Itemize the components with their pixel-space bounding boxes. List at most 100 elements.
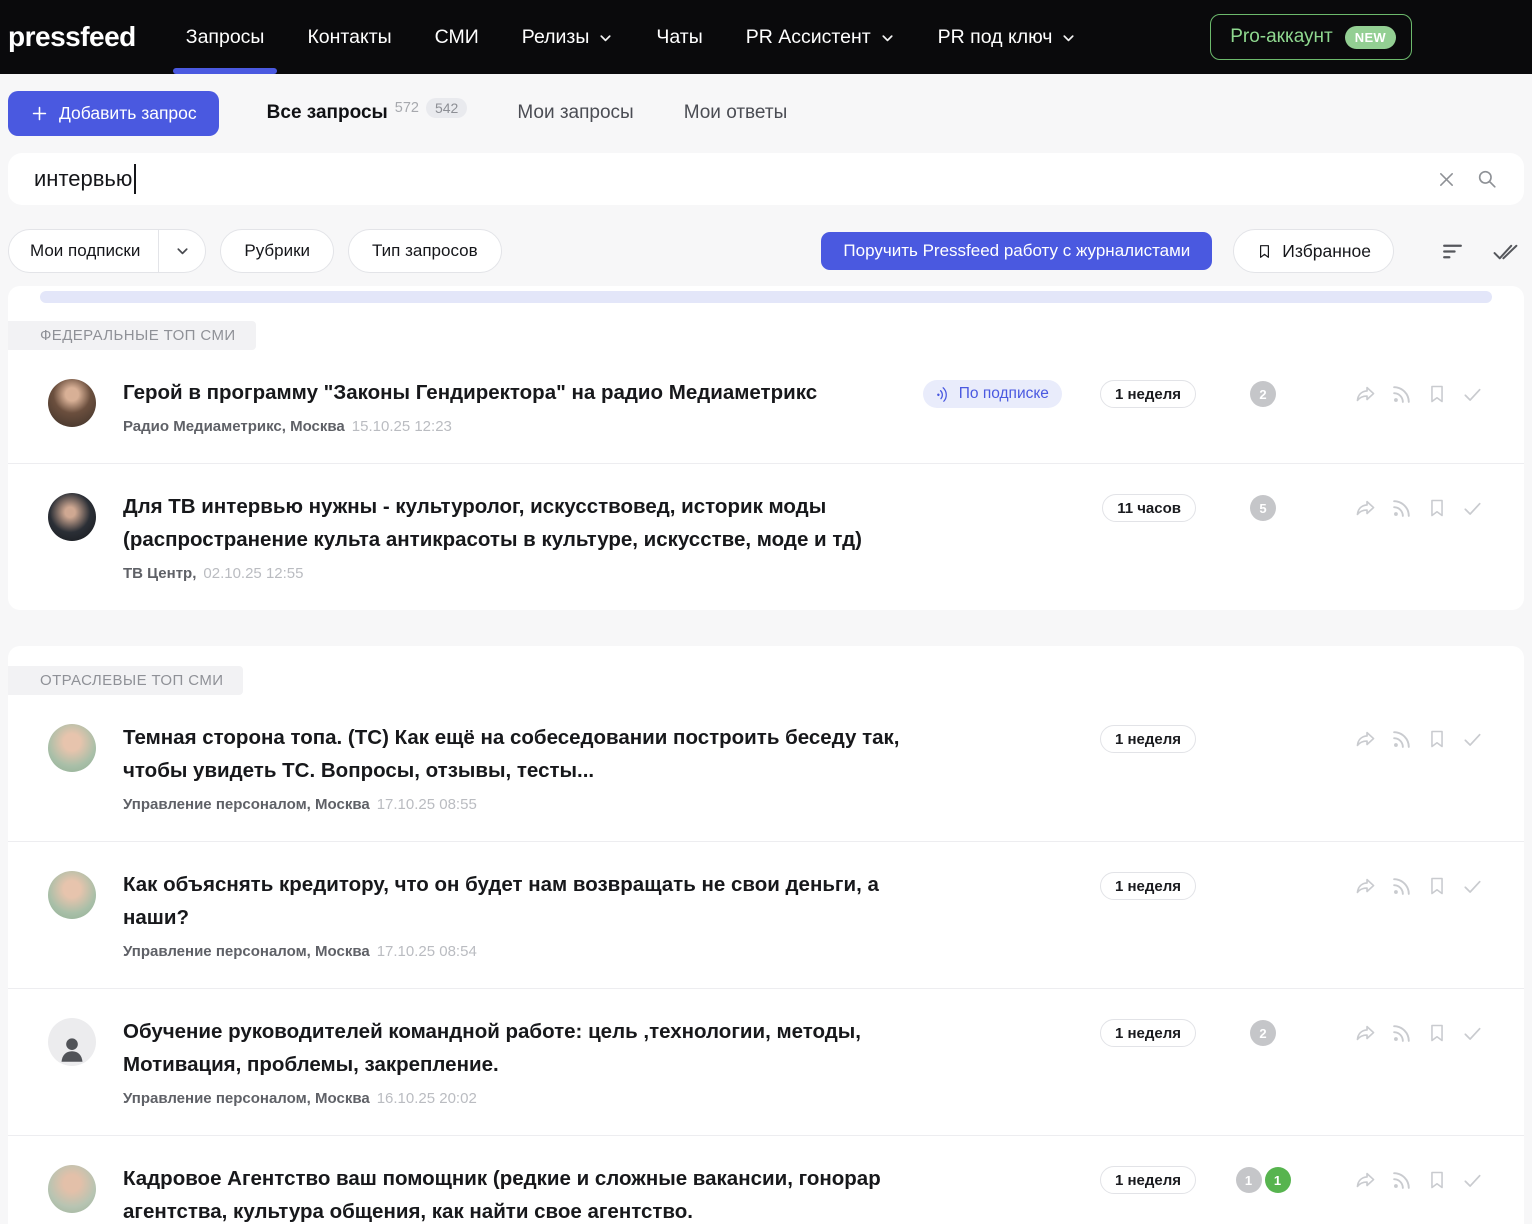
tab-my-requests[interactable]: Мои запросы: [517, 102, 633, 124]
subscription-highlight-bar: [40, 291, 1492, 303]
nav-item-chats[interactable]: Чаты: [656, 0, 702, 74]
top-navbar: pressfeed Запросы Контакты СМИ Релизы Ча…: [0, 0, 1532, 74]
deadline-pill: 1 неделя: [1100, 1166, 1196, 1194]
search-input[interactable]: интервью: [8, 153, 1524, 205]
request-source: Управление персоналом, Москва: [123, 796, 370, 813]
journalist-avatar-placeholder: [48, 1018, 96, 1066]
new-answers-count: 1: [1265, 1167, 1291, 1193]
nav-label: СМИ: [435, 26, 479, 49]
my-subscriptions-filter[interactable]: Мои подписки: [8, 229, 206, 273]
share-icon[interactable]: [1354, 1169, 1377, 1192]
requests-total-count: 572: [395, 100, 419, 116]
pressfeed-logo[interactable]: pressfeed: [8, 21, 136, 53]
bookmark-icon[interactable]: [1426, 728, 1448, 751]
deadline-pill: 11 часов: [1102, 494, 1196, 522]
request-item[interactable]: Кадровое Агентство ваш помощник (редкие …: [8, 1135, 1524, 1224]
nav-item-pr-assistant[interactable]: PR Ассистент: [746, 0, 895, 74]
share-icon[interactable]: [1354, 383, 1377, 406]
journalist-avatar: [48, 379, 96, 427]
nav-item-contacts[interactable]: Контакты: [307, 0, 391, 74]
section-title: ОТРАСЛЕВЫЕ ТОП СМИ: [8, 666, 243, 695]
section-industry-top-media: ОТРАСЛЕВЫЕ ТОП СМИ Темная сторона топа. …: [8, 646, 1524, 1224]
mark-read-icon[interactable]: [1461, 728, 1484, 751]
nav-item-media[interactable]: СМИ: [435, 0, 479, 74]
request-tabs: Все запросы 572 542 Мои запросы Мои отве…: [267, 102, 788, 124]
request-item[interactable]: Как объяснять кредитору, что он будет на…: [8, 841, 1524, 988]
request-item[interactable]: Темная сторона топа. (ТС) Как ещё на соб…: [8, 695, 1524, 841]
bookmark-icon[interactable]: [1426, 497, 1448, 520]
share-icon[interactable]: [1354, 1022, 1377, 1045]
rss-subscribe-icon[interactable]: [1390, 1169, 1413, 1192]
request-item[interactable]: Герой в программу "Законы Гендиректора" …: [8, 350, 1524, 463]
bookmark-icon[interactable]: [1426, 383, 1448, 406]
nav-item-requests[interactable]: Запросы: [186, 0, 265, 74]
request-type-filter[interactable]: Тип запросов: [348, 229, 502, 273]
share-icon[interactable]: [1354, 728, 1377, 751]
nav-label: Чаты: [656, 26, 702, 49]
tab-all-requests[interactable]: Все запросы 572 542: [267, 102, 468, 124]
share-icon[interactable]: [1354, 497, 1377, 520]
add-request-button[interactable]: Добавить запрос: [8, 91, 219, 136]
bookmark-icon[interactable]: [1426, 1169, 1448, 1192]
clear-search-icon[interactable]: [1436, 169, 1457, 190]
request-title[interactable]: Кадровое Агентство ваш помощник (редкие …: [123, 1162, 923, 1224]
mark-read-icon[interactable]: [1461, 1169, 1484, 1192]
section-federal-top-media: ФЕДЕРАЛЬНЫЕ ТОП СМИ Герой в программу "З…: [8, 286, 1524, 610]
deadline-pill: 1 неделя: [1100, 872, 1196, 900]
tab-label: Все запросы: [267, 102, 388, 124]
request-source: ТВ Центр,: [123, 565, 196, 582]
journalist-avatar: [48, 871, 96, 919]
bookmark-icon[interactable]: [1426, 875, 1448, 898]
nav-item-releases[interactable]: Релизы: [522, 0, 614, 74]
rss-subscribe-icon[interactable]: [1390, 383, 1413, 406]
request-source: Управление персоналом, Москва: [123, 943, 370, 960]
share-icon[interactable]: [1354, 875, 1377, 898]
rss-subscribe-icon[interactable]: [1390, 728, 1413, 751]
requests-new-badge: 542: [426, 98, 467, 118]
deadline-pill: 1 неделя: [1100, 725, 1196, 753]
request-item[interactable]: Для ТВ интервью нужны - культуролог, иск…: [8, 463, 1524, 610]
person-icon: [55, 1032, 89, 1066]
nav-label: PR Ассистент: [746, 26, 871, 49]
nav-item-pr-turnkey[interactable]: PR под ключ: [938, 0, 1077, 74]
tab-my-answers[interactable]: Мои ответы: [684, 102, 788, 124]
request-title[interactable]: Обучение руководителей командной работе:…: [123, 1015, 923, 1081]
bookmark-icon[interactable]: [1426, 1022, 1448, 1045]
section-title: ФЕДЕРАЛЬНЫЕ ТОП СМИ: [8, 321, 256, 350]
request-title[interactable]: Герой в программу "Законы Гендиректора" …: [123, 376, 817, 409]
nav-label: PR под ключ: [938, 26, 1053, 49]
mark-all-read-icon[interactable]: [1492, 239, 1520, 264]
requests-toolbar: Добавить запрос Все запросы 572 542 Мои …: [8, 90, 1524, 136]
favorites-filter[interactable]: Избранное: [1233, 229, 1394, 273]
rss-icon: [933, 383, 954, 404]
request-datetime: 17.10.25 08:55: [377, 796, 477, 813]
mark-read-icon[interactable]: [1461, 497, 1484, 520]
rss-subscribe-icon[interactable]: [1390, 497, 1413, 520]
search-icon[interactable]: [1476, 168, 1498, 190]
journalist-avatar: [48, 493, 96, 541]
delegate-to-pressfeed-button[interactable]: Поручить Pressfeed работу с журналистами: [821, 232, 1212, 270]
active-tab-underline: [173, 68, 278, 74]
answers-count: 2: [1250, 1020, 1276, 1046]
rss-subscribe-icon[interactable]: [1390, 875, 1413, 898]
nav-label: Запросы: [186, 26, 265, 49]
journalist-avatar: [48, 1165, 96, 1213]
filter-label: Тип запросов: [372, 241, 478, 261]
mark-read-icon[interactable]: [1461, 1022, 1484, 1045]
request-title[interactable]: Темная сторона топа. (ТС) Как ещё на соб…: [123, 721, 923, 787]
rubrics-filter[interactable]: Рубрики: [220, 229, 334, 273]
nav-label: Релизы: [522, 26, 590, 49]
pro-account-button[interactable]: Pro-аккаунт NEW: [1210, 14, 1412, 60]
request-item[interactable]: Обучение руководителей командной работе:…: [8, 988, 1524, 1135]
mark-read-icon[interactable]: [1461, 875, 1484, 898]
search-value: интервью: [34, 166, 132, 192]
request-title[interactable]: Как объяснять кредитору, что он будет на…: [123, 868, 923, 934]
request-title[interactable]: Для ТВ интервью нужны - культуролог, иск…: [123, 490, 923, 556]
chevron-down-icon[interactable]: [159, 244, 205, 259]
favorites-label: Избранное: [1282, 241, 1371, 262]
request-source: Управление персоналом, Москва: [123, 1090, 370, 1107]
mark-read-icon[interactable]: [1461, 383, 1484, 406]
filter-label: Рубрики: [244, 241, 310, 261]
rss-subscribe-icon[interactable]: [1390, 1022, 1413, 1045]
sort-icon[interactable]: [1440, 239, 1465, 264]
